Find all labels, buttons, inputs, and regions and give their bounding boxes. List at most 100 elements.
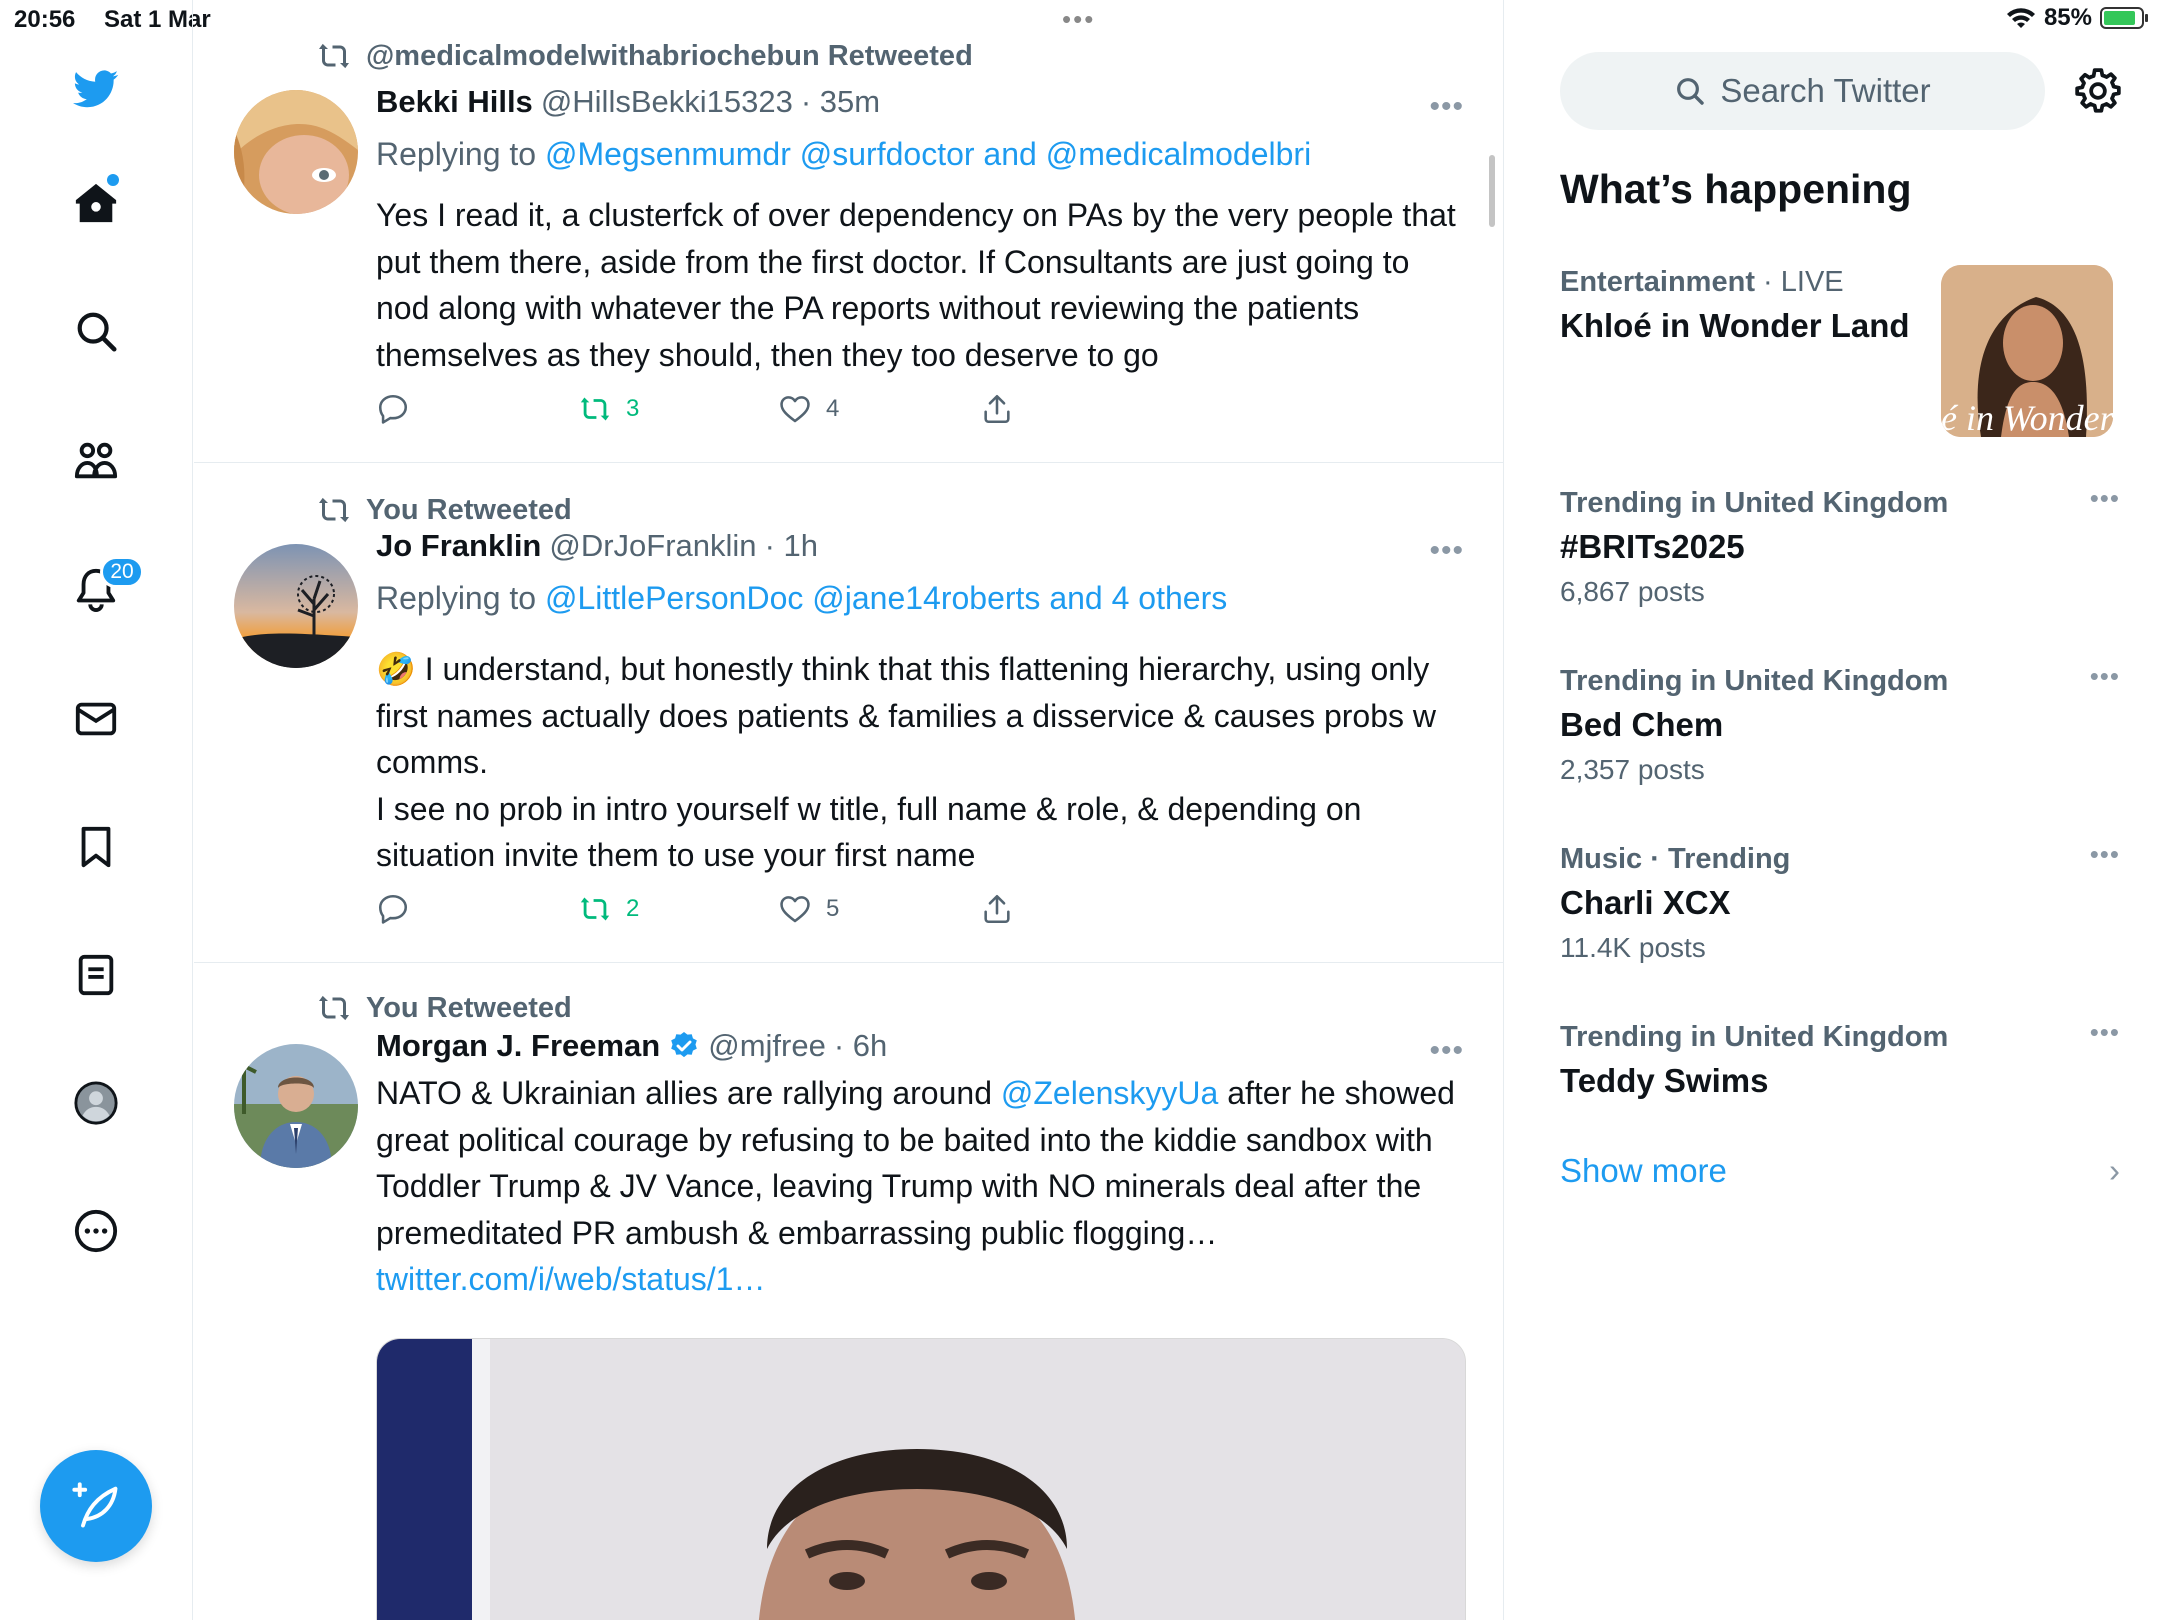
trend-name: Bed Chem xyxy=(1560,706,1724,743)
tweet-text: NATO & Ukrainian allies are rallying aro… xyxy=(376,1070,1466,1303)
tweet-media-image[interactable] xyxy=(376,1338,1466,1620)
trend-category: Trending in United Kingdom xyxy=(1560,665,1949,697)
left-navigation: 20 xyxy=(0,0,193,1620)
tweet-time[interactable]: · 35m xyxy=(801,84,880,120)
trend-post-count: 6,867 posts xyxy=(1560,576,1705,607)
retweet-button[interactable]: 3 xyxy=(578,392,639,426)
author-handle[interactable]: @mjfree xyxy=(708,1028,826,1064)
avatar[interactable] xyxy=(234,544,358,668)
home-new-dot xyxy=(107,174,119,186)
avatar[interactable] xyxy=(234,90,358,214)
verified-badge-icon xyxy=(671,1032,698,1058)
replying-to: Replying to @LittlePersonDoc @jane14robe… xyxy=(376,580,1227,617)
settings-gear-icon[interactable] xyxy=(2073,66,2123,116)
timeline[interactable]: @medicalmodelwithabriochebun Retweeted B… xyxy=(194,0,1504,1620)
trend-category: Music · Trending xyxy=(1560,843,1791,875)
trend-more-icon[interactable]: ••• xyxy=(2090,839,2120,870)
trend-item[interactable]: Music · Trending Charli XCX 11.4K posts … xyxy=(1560,839,2120,964)
trend-name: Charli XCX xyxy=(1560,884,1731,921)
more-options-icon[interactable] xyxy=(65,1200,127,1262)
trend-category: Trending in United Kingdom xyxy=(1560,1021,1949,1053)
author-handle[interactable]: @DrJoFranklin xyxy=(549,528,756,564)
tweet-more-icon[interactable]: ••• xyxy=(1429,90,1464,124)
retweet-count: 2 xyxy=(626,895,640,922)
tweet-header: Morgan J. Freeman @mjfree · 6h xyxy=(376,1028,887,1064)
trend-more-icon[interactable]: ••• xyxy=(2090,661,2120,692)
retweet-context-label: @medicalmodelwithabriochebun Retweeted xyxy=(366,39,973,72)
tweet[interactable]: You Retweeted Jo Franklin @DrJoFranklin … xyxy=(194,464,1503,963)
tweet-time[interactable]: · 1h xyxy=(765,528,818,564)
trend-post-count: 2,357 posts xyxy=(1560,754,1705,785)
heart-icon xyxy=(780,396,810,423)
show-more-link[interactable]: Show more › xyxy=(1560,1152,2120,1190)
reply-button[interactable] xyxy=(376,392,410,426)
trend-item[interactable]: Trending in United Kingdom Bed Chem 2,35… xyxy=(1560,661,2120,786)
bookmarks-icon[interactable] xyxy=(65,816,127,878)
trend-category: Trending in United Kingdom xyxy=(1560,487,1949,519)
trend-thumbnail-text: é in Wonder L xyxy=(1941,398,2113,437)
retweet-context: You Retweeted xyxy=(316,990,572,1026)
tweet-text-part: NATO & Ukrainian allies are rallying aro… xyxy=(376,1075,1001,1111)
show-more-label: Show more xyxy=(1560,1152,1727,1189)
search-input[interactable]: Search Twitter xyxy=(1560,52,2045,130)
reply-button[interactable] xyxy=(376,892,410,926)
tweet-time[interactable]: · 6h xyxy=(834,1028,887,1064)
trend-more-icon[interactable]: ••• xyxy=(2090,483,2120,514)
like-count: 4 xyxy=(826,395,840,422)
retweet-context: You Retweeted xyxy=(316,492,572,528)
replying-to-prefix: Replying to xyxy=(376,580,537,616)
retweet-context-label: You Retweeted xyxy=(366,991,572,1024)
trend-item[interactable]: Trending in United Kingdom Teddy Swims •… xyxy=(1560,1017,2120,1100)
scrollbar-thumb[interactable] xyxy=(1489,155,1495,227)
author-name[interactable]: Jo Franklin xyxy=(376,528,541,564)
search-placeholder: Search Twitter xyxy=(1720,72,1931,109)
replying-to-targets[interactable]: @Megsenmumdr @surfdoctor and @medicalmod… xyxy=(545,136,1311,172)
retweet-icon xyxy=(319,497,349,523)
share-icon xyxy=(984,894,1010,924)
whats-happening-title: What’s happening xyxy=(1560,166,1912,212)
share-button[interactable] xyxy=(980,892,1014,926)
like-button[interactable]: 5 xyxy=(778,892,839,926)
replying-to-targets[interactable]: @LittlePersonDoc @jane14roberts and 4 ot… xyxy=(545,580,1227,616)
tweet[interactable]: You Retweeted Morgan J. Freeman @mjfree … xyxy=(194,964,1503,1620)
author-name[interactable]: Bekki Hills xyxy=(376,84,533,120)
trend-category-label: Entertainment xyxy=(1560,266,1755,298)
tweet-more-icon[interactable]: ••• xyxy=(1429,534,1464,568)
avatar[interactable] xyxy=(234,1044,358,1168)
tweet-actions: 3 4 xyxy=(376,392,1276,432)
status-link[interactable]: twitter.com/i/web/status/1… xyxy=(376,1261,765,1297)
compose-tweet-button[interactable] xyxy=(40,1450,152,1562)
lists-icon[interactable] xyxy=(65,944,127,1006)
trend-more-icon[interactable]: ••• xyxy=(2090,1017,2120,1048)
mention-link[interactable]: @ZelenskyyUa xyxy=(1001,1075,1218,1111)
trend-name: Teddy Swims xyxy=(1560,1062,1769,1099)
share-button[interactable] xyxy=(980,392,1014,426)
author-name[interactable]: Morgan J. Freeman xyxy=(376,1028,660,1064)
trend-name: #BRITs2025 xyxy=(1560,528,1745,565)
retweet-context-label: You Retweeted xyxy=(366,493,572,526)
communities-icon[interactable] xyxy=(65,430,127,492)
retweet-icon xyxy=(580,897,610,921)
search-explore-icon[interactable] xyxy=(65,300,127,362)
like-button[interactable]: 4 xyxy=(778,392,839,426)
trend-thumbnail-image[interactable]: é in Wonder L xyxy=(1941,265,2113,437)
author-handle[interactable]: @HillsBekki15323 xyxy=(541,84,793,120)
retweet-button[interactable]: 2 xyxy=(578,892,639,926)
tweet-header: Jo Franklin @DrJoFranklin · 1h xyxy=(376,528,818,564)
reply-icon xyxy=(378,394,408,424)
share-icon xyxy=(984,394,1010,424)
reply-icon xyxy=(378,894,408,924)
tweet[interactable]: @medicalmodelwithabriochebun Retweeted B… xyxy=(194,0,1503,463)
messages-envelope-icon[interactable] xyxy=(65,688,127,750)
notifications-badge: 20 xyxy=(100,556,144,588)
tweet-text-line: I see no prob in intro yourself w title,… xyxy=(376,790,1362,874)
profile-avatar-icon[interactable] xyxy=(65,1072,127,1134)
like-count: 5 xyxy=(826,895,840,922)
trend-post-count: 11.4K posts xyxy=(1560,932,1706,963)
retweet-icon xyxy=(319,43,349,69)
compose-feather-icon xyxy=(72,1482,118,1528)
trend-item[interactable]: Trending in United Kingdom #BRITs2025 6,… xyxy=(1560,483,2120,608)
tweet-more-icon[interactable]: ••• xyxy=(1429,1034,1464,1068)
retweet-context: @medicalmodelwithabriochebun Retweeted xyxy=(316,38,973,74)
twitter-bird-icon[interactable] xyxy=(65,58,127,120)
